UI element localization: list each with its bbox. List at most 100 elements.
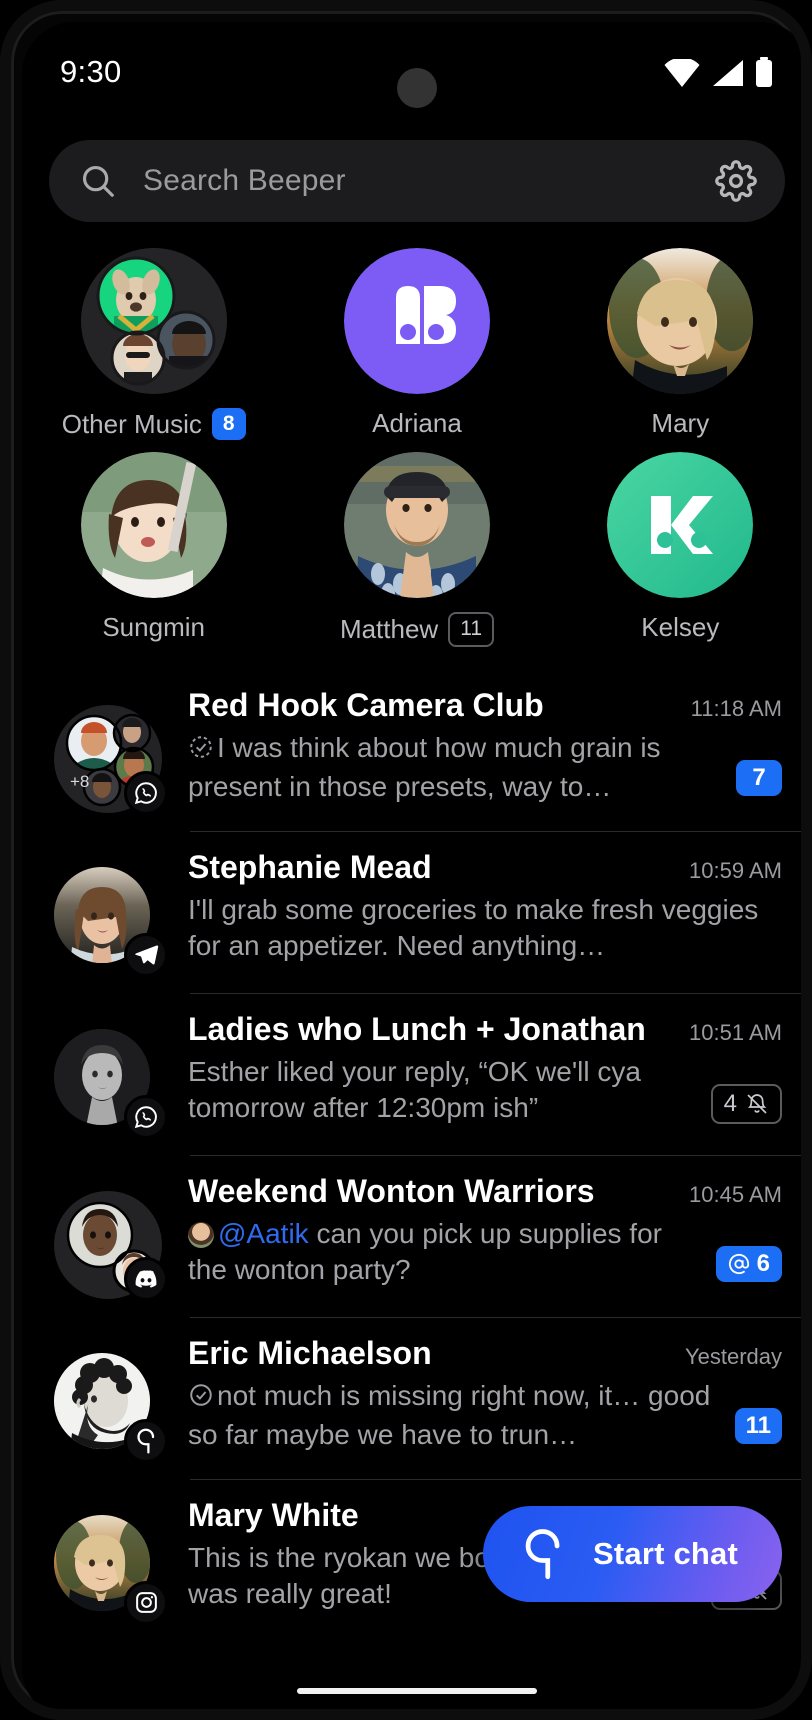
chat-title: Stephanie Mead: [188, 848, 432, 885]
chat-avatar: [54, 1352, 168, 1463]
cluster-avatar-art: [80, 248, 227, 394]
chat-preview: Esther liked your reply, “OK we'll cya t…: [188, 1055, 641, 1124]
chat-row[interactable]: Eric Michaelson Yesterday not much is mi…: [22, 1316, 801, 1479]
chat-title: Red Hook Camera Club: [188, 686, 544, 723]
sender-avatar-icon: [188, 1221, 214, 1248]
home-indicator: [297, 1688, 537, 1694]
network-badge: [124, 1256, 168, 1301]
matthew-photo-avatar: [343, 452, 490, 599]
chat-content: Eric Michaelson Yesterday not much is mi…: [188, 1335, 782, 1455]
pinned-label-row: Mary: [651, 408, 709, 439]
chat-preview-row: I'll grab some groceries to make fresh v…: [188, 892, 782, 966]
search-icon: [82, 165, 114, 197]
beeper-chat-icon: [525, 1529, 560, 1580]
pinned-chat-label: Matthew: [339, 613, 439, 644]
chat-row[interactable]: Stephanie Mead 10:59 AM I'll grab some g…: [22, 830, 801, 993]
avatar: [607, 452, 754, 599]
read-receipt-check-icon: [188, 1381, 214, 1418]
chat-row[interactable]: +8 Red Hook Camera Club 11:18 AM I was t…: [22, 669, 801, 831]
chat-avatar: [54, 1028, 168, 1139]
phone-frame: 9:30 Search Beeper Other Music 8 Adriana…: [0, 0, 812, 1720]
chat-timestamp: 11:18 AM: [690, 695, 782, 721]
whatsapp-icon: [134, 1105, 157, 1128]
chat-timestamp: 10:51 AM: [689, 1019, 782, 1045]
bell-muted-icon: [747, 1093, 767, 1113]
wifi-icon: [664, 59, 700, 87]
chat-header: Stephanie Mead 10:59 AM: [188, 849, 782, 886]
pinned-chat-matthew[interactable]: Matthew 11: [317, 452, 517, 647]
chat-title: Mary White: [188, 1496, 359, 1533]
chat-avatar: [54, 866, 168, 977]
chat-preview: I was think about how much grain is pres…: [188, 730, 720, 807]
chat-timestamp: 10:45 AM: [689, 1181, 782, 1207]
status-bar-icons: [664, 57, 774, 87]
chat-preview-row: @Aatik can you pick up supplies for the …: [188, 1216, 782, 1290]
pinned-label-row: Sungmin: [102, 612, 205, 643]
cellular-signal-icon: [713, 60, 743, 86]
kelsey-logo-icon: [607, 452, 754, 599]
chat-preview: @Aatik can you pick up supplies for the …: [188, 1216, 700, 1290]
app-screen: 9:30 Search Beeper Other Music 8 Adriana…: [22, 22, 801, 1709]
chat-row[interactable]: Weekend Wonton Warriors 10:45 AM @Aatik …: [22, 1154, 801, 1317]
chat-content: Red Hook Camera Club 11:18 AM I was thin…: [188, 687, 782, 807]
beeper-icon: [137, 1428, 155, 1454]
pinned-chat-kelsey[interactable]: Kelsey: [580, 452, 780, 643]
muted-unread-count: 4: [723, 1089, 737, 1117]
pinned-chat-label: Mary: [651, 408, 710, 438]
pinned-chats-grid: Other Music 8 Adriana Mary Sungmin Matth…: [22, 222, 801, 669]
mention-text: @Aatik: [218, 1217, 309, 1249]
instagram-icon: [135, 1592, 157, 1613]
network-badge: [124, 770, 168, 815]
front-camera-notch: [397, 68, 437, 108]
pinned-label-row: Kelsey: [641, 612, 719, 643]
chat-preview-row: Esther liked your reply, “OK we'll cya t…: [188, 1054, 782, 1128]
chat-row[interactable]: Ladies who Lunch + Jonathan 10:51 AM Est…: [22, 992, 801, 1155]
battery-icon: [756, 57, 772, 87]
chat-header: Eric Michaelson Yesterday: [188, 1335, 782, 1372]
gear-icon[interactable]: [715, 160, 757, 202]
start-chat-button[interactable]: Start chat: [483, 1506, 782, 1602]
pinned-chat-sungmin[interactable]: Sungmin: [54, 452, 254, 643]
chat-timestamp: Yesterday: [684, 1343, 782, 1369]
pinned-muted-badge: 11: [448, 612, 495, 647]
pinned-chat-adriana[interactable]: Adriana: [317, 248, 517, 439]
chat-avatar-group: +8: [54, 704, 168, 815]
chat-avatar: [54, 1514, 168, 1625]
chat-list: +8 Red Hook Camera Club 11:18 AM I was t…: [22, 669, 801, 1641]
avatar: [80, 248, 227, 394]
avatar: [343, 452, 490, 599]
sungmin-photo-avatar: [80, 452, 227, 599]
chat-title: Weekend Wonton Warriors: [188, 1172, 595, 1209]
chat-content: Weekend Wonton Warriors 10:45 AM @Aatik …: [188, 1173, 782, 1290]
chat-header: Weekend Wonton Warriors 10:45 AM: [188, 1173, 782, 1210]
network-badge: [124, 1580, 168, 1625]
pinned-chat-label: Other Music: [61, 408, 202, 439]
search-input[interactable]: Search Beeper: [143, 164, 715, 198]
adriana-logo-icon: [343, 248, 490, 394]
avatar: [607, 248, 754, 394]
network-badge: [124, 1418, 168, 1463]
chat-title: Ladies who Lunch + Jonathan: [188, 1010, 646, 1047]
mary-photo-avatar: [607, 248, 754, 394]
chat-preview-row: I was think about how much grain is pres…: [188, 730, 782, 807]
muted-unread-badge: 4: [710, 1083, 782, 1124]
pinned-label-row: Matthew 11: [339, 612, 495, 647]
search-bar[interactable]: Search Beeper: [49, 140, 785, 222]
whatsapp-icon: [134, 781, 157, 804]
chat-preview-text: not much is missing right now, it… good …: [188, 1379, 711, 1451]
pinned-chat-label: Sungmin: [102, 612, 205, 643]
chat-content: Ladies who Lunch + Jonathan 10:51 AM Est…: [188, 1011, 782, 1128]
chat-content: Stephanie Mead 10:59 AM I'll grab some g…: [188, 849, 782, 966]
chat-preview: I'll grab some groceries to make fresh v…: [188, 893, 759, 962]
status-bar-time: 9:30: [60, 54, 122, 89]
telegram-icon: [135, 944, 159, 964]
pinned-chat-other-music[interactable]: Other Music 8: [54, 248, 254, 441]
avatar: [343, 248, 490, 394]
chat-header: Red Hook Camera Club 11:18 AM: [188, 687, 782, 724]
pinned-label-row: Other Music 8: [61, 408, 246, 441]
start-chat-label: Start chat: [593, 1536, 738, 1571]
network-badge: [124, 1094, 168, 1139]
cluster-avatar: [80, 248, 227, 394]
pinned-chat-mary[interactable]: Mary: [580, 248, 780, 439]
mention-unread-badge: 6: [715, 1245, 782, 1282]
